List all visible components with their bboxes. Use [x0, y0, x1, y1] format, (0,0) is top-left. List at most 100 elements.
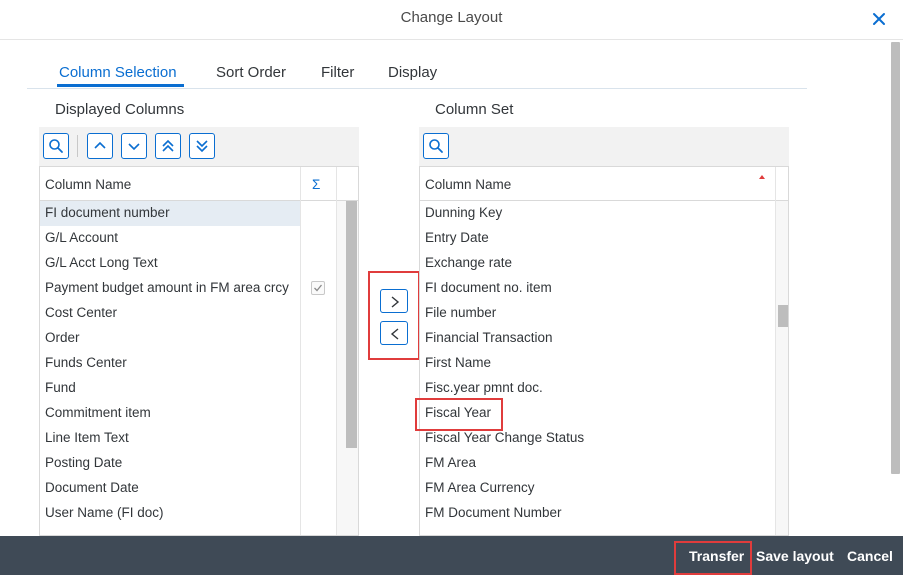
column-name-cell: FI document number — [45, 205, 170, 220]
search-icon — [429, 139, 443, 153]
dialog-header: Change Layout — [0, 0, 903, 40]
column-set-scrollbar-track[interactable] — [775, 201, 788, 535]
list-item[interactable]: First Name — [420, 351, 775, 376]
list-item[interactable]: Exchange rate — [420, 251, 775, 276]
sum-checkbox[interactable] — [311, 281, 325, 295]
tab-bar: Column Selection Sort Order Filter Displ… — [27, 56, 807, 89]
column-name-cell: Financial Transaction — [425, 330, 553, 345]
displayed-scrollbar-track[interactable] — [336, 201, 358, 535]
column-set-scrollbar-thumb[interactable] — [778, 305, 788, 327]
column-name-cell: User Name (FI doc) — [45, 505, 164, 520]
column-name-cell: First Name — [425, 355, 492, 370]
list-item[interactable]: Financial Transaction — [420, 326, 775, 351]
column-name-header[interactable]: Column Name — [425, 177, 511, 192]
column-name-cell: G/L Acct Long Text — [45, 255, 158, 270]
list-item[interactable]: Fisc.year pmnt doc. — [420, 376, 775, 401]
column-name-cell: File number — [425, 305, 497, 320]
column-set-table: Column Name Dunning Key Entry Date Exchang… — [419, 166, 789, 536]
column-name-cell: FM Area — [425, 455, 477, 470]
move-down-icon — [128, 143, 140, 151]
sigma-header[interactable]: Σ — [312, 177, 320, 192]
dialog-footer: Transfer Save layout Cancel — [0, 536, 903, 575]
table-header: Column Name Σ — [40, 167, 358, 201]
list-item[interactable]: G/L Account — [40, 226, 300, 251]
list-item[interactable]: Dunning Key — [420, 201, 775, 226]
column-name-header[interactable]: Column Name — [45, 177, 131, 192]
list-item[interactable]: Cost Center — [40, 301, 300, 326]
chevron-left-icon — [390, 328, 399, 340]
tab-sort-order[interactable]: Sort Order — [216, 64, 286, 81]
list-item[interactable]: G/L Acct Long Text — [40, 251, 300, 276]
active-tab-indicator — [57, 84, 184, 87]
list-item[interactable]: Commitment item — [40, 401, 300, 426]
move-up-button[interactable] — [87, 133, 113, 159]
displayed-columns-toolbar — [39, 127, 359, 166]
header-divider — [300, 167, 301, 201]
search-button[interactable] — [43, 133, 69, 159]
list-item[interactable]: Order — [40, 326, 300, 351]
column-name-cell: Order — [45, 330, 80, 345]
table-header: Column Name — [420, 167, 788, 201]
column-name-cell: Commitment item — [45, 405, 151, 420]
add-column-button[interactable] — [380, 289, 408, 313]
list-item[interactable]: Payment budget amount in FM area crcy — [40, 276, 325, 301]
list-item[interactable]: User Name (FI doc) — [40, 501, 300, 526]
column-set-label: Column Set — [435, 101, 514, 118]
transfer-button[interactable]: Transfer — [689, 548, 744, 564]
list-item[interactable]: Entry Date — [420, 226, 775, 251]
list-item[interactable]: Line Item Text — [40, 426, 300, 451]
column-divider — [300, 201, 301, 535]
column-name-cell: Funds Center — [45, 355, 127, 370]
column-name-cell: Fiscal Year Change Status — [425, 430, 585, 445]
move-buttons-highlight — [368, 271, 420, 360]
displayed-columns-table: Column Name Σ FI document number G/L Acco… — [39, 166, 359, 536]
column-name-cell: Payment budget amount in FM area crcy — [45, 280, 289, 295]
list-item[interactable]: FI document number — [40, 201, 300, 226]
list-item[interactable]: Funds Center — [40, 351, 300, 376]
tab-display[interactable]: Display — [388, 64, 437, 81]
list-item[interactable]: FI document no. item — [420, 276, 775, 301]
move-bottom-button[interactable] — [189, 133, 215, 159]
remove-column-button[interactable] — [380, 321, 408, 345]
list-item[interactable]: Document Date — [40, 476, 300, 501]
column-name-cell: Dunning Key — [425, 205, 503, 220]
column-name-cell: Entry Date — [425, 230, 489, 245]
column-name-cell: Cost Center — [45, 305, 118, 320]
displayed-scrollbar-thumb[interactable] — [346, 201, 357, 448]
search-button[interactable] — [423, 133, 449, 159]
tab-column-selection[interactable]: Column Selection — [59, 64, 177, 81]
column-name-cell: Line Item Text — [45, 430, 129, 445]
toolbar-separator — [77, 135, 78, 157]
dialog-title: Change Layout — [400, 9, 503, 26]
column-name-cell: Fiscal Year — [425, 405, 492, 420]
save-layout-button[interactable]: Save layout — [756, 548, 834, 564]
list-item[interactable]: Fiscal Year Change Status — [420, 426, 775, 451]
column-name-cell: Exchange rate — [425, 255, 513, 270]
dialog-scrollbar[interactable] — [891, 42, 900, 474]
list-item[interactable]: Fiscal Year — [420, 401, 775, 426]
move-up-icon — [94, 141, 106, 149]
column-name-cell: Posting Date — [45, 455, 123, 470]
move-top-button[interactable] — [155, 133, 181, 159]
tab-filter[interactable]: Filter — [321, 64, 354, 81]
list-item[interactable]: FM Area — [420, 451, 775, 476]
header-divider — [336, 167, 337, 201]
search-icon — [49, 139, 63, 153]
change-layout-dialog: Change Layout Column Selection Sort Orde… — [0, 0, 903, 575]
close-icon[interactable] — [869, 9, 889, 29]
sort-ascending-icon — [759, 175, 765, 179]
header-divider — [775, 167, 776, 201]
column-name-cell: G/L Account — [45, 230, 119, 245]
displayed-columns-label: Displayed Columns — [55, 101, 185, 118]
cancel-button[interactable]: Cancel — [847, 548, 893, 564]
move-bottom-icon — [196, 140, 208, 153]
list-item[interactable]: Fund — [40, 376, 300, 401]
move-down-button[interactable] — [121, 133, 147, 159]
list-item[interactable]: FM Area Currency — [420, 476, 775, 501]
list-item[interactable]: Posting Date — [40, 451, 300, 476]
column-name-cell: Fisc.year pmnt doc. — [425, 380, 543, 395]
list-item[interactable]: FM Document Number — [420, 501, 775, 526]
column-set-toolbar — [419, 127, 789, 166]
list-item[interactable]: File number — [420, 301, 775, 326]
column-name-cell: FM Document Number — [425, 505, 562, 520]
